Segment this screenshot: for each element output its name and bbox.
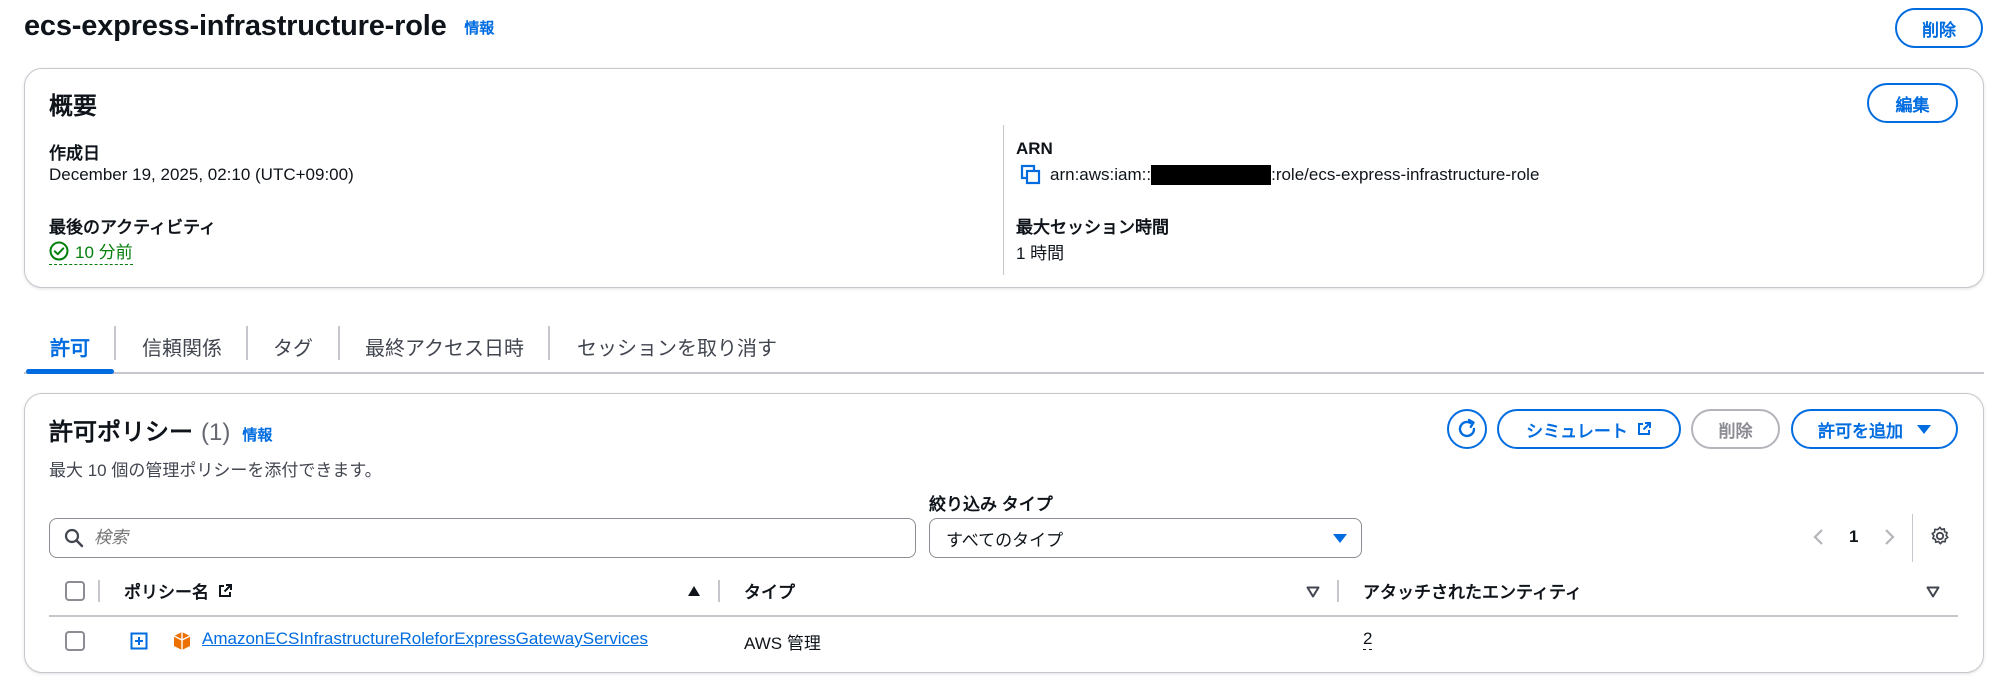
policy-name-link[interactable]: AmazonECSInfrastructureRoleforExpressGat… [202, 629, 648, 649]
delete-role-button[interactable]: 削除 [1895, 8, 1983, 48]
external-link-icon [1637, 422, 1651, 435]
policies-description: 最大 10 個の管理ポリシーを添付できます。 [49, 461, 382, 480]
summary-divider [1003, 125, 1004, 275]
summary-title: 概要 [49, 93, 97, 120]
last-activity-label: 最後のアクティビティ [49, 218, 217, 237]
type-filter-value: すべてのタイプ [946, 530, 1064, 550]
refresh-button[interactable] [1447, 409, 1487, 449]
search-input[interactable] [94, 528, 915, 548]
add-permissions-button[interactable]: 許可を追加 [1791, 409, 1958, 449]
last-activity-status[interactable]: 10 分前 [49, 238, 133, 265]
max-session-label: 最大セッション時間 [1016, 218, 1169, 237]
column-separator [98, 580, 100, 602]
aws-managed-policy-icon [173, 632, 191, 650]
arn-prefix: arn:aws:iam:: [1050, 165, 1152, 184]
delete-policy-button-label: 削除 [1718, 421, 1753, 441]
column-header-entities[interactable]: アタッチされたエンティティ [1363, 578, 1582, 603]
caret-down-icon [1333, 533, 1347, 543]
table-row: AmazonECSInfrastructureRoleforExpressGat… [49, 617, 1958, 667]
header-info-link[interactable]: 情報 [464, 20, 494, 37]
active-tab-indicator [26, 369, 114, 374]
tab-separator [338, 326, 340, 360]
policy-type: AWS 管理 [744, 634, 821, 653]
filter-type-label: 絞り込み タイプ [929, 495, 1053, 514]
simulate-button[interactable]: シミュレート [1497, 409, 1681, 449]
pagination-divider [1912, 514, 1913, 562]
tab-revoke-sessions[interactable]: セッションを取り消す [577, 332, 777, 361]
sort-icon[interactable] [1306, 586, 1320, 598]
page-title: ecs-express-infrastructure-role 情報 [24, 10, 494, 43]
column-separator [718, 580, 720, 602]
search-icon [64, 528, 84, 548]
sort-icon[interactable] [1926, 586, 1940, 598]
column-separator [1337, 580, 1339, 602]
policies-header: 許可ポリシー (1) 情報 [49, 412, 272, 447]
arn-suffix: :role/ecs-express-infrastructure-role [1271, 165, 1540, 184]
delete-role-button-label: 削除 [1922, 20, 1956, 40]
max-session-value: 1 時間 [1016, 244, 1065, 263]
gear-icon[interactable] [1929, 525, 1951, 547]
select-all-checkbox[interactable] [65, 581, 85, 601]
arn-label: ARN [1016, 139, 1053, 158]
delete-policy-button[interactable]: 削除 [1691, 409, 1780, 449]
type-filter-select[interactable]: すべてのタイプ [929, 518, 1362, 558]
last-activity-value: 10 分前 [75, 243, 133, 262]
policies-title: 許可ポリシー [49, 419, 193, 446]
policies-count: (1) [201, 419, 231, 446]
created-value: December 19, 2025, 02:10 (UTC+09:00) [49, 165, 354, 184]
tab-trust-relationships[interactable]: 信頼関係 [142, 332, 222, 361]
tab-separator [548, 326, 550, 360]
tab-tags[interactable]: タグ [273, 332, 313, 361]
simulate-button-label: シミュレート [1526, 421, 1628, 441]
success-check-icon [49, 241, 69, 260]
redacted-account-id [1151, 165, 1272, 185]
tab-last-accessed[interactable]: 最終アクセス日時 [365, 332, 524, 361]
created-label: 作成日 [49, 144, 100, 163]
row-checkbox[interactable] [65, 631, 85, 651]
sort-ascending-icon[interactable] [687, 585, 701, 597]
edit-button[interactable]: 編集 [1867, 83, 1958, 123]
external-link-icon [219, 583, 232, 597]
tab-permissions[interactable]: 許可 [50, 332, 90, 361]
previous-page-icon[interactable] [1812, 527, 1826, 547]
tab-separator [246, 326, 248, 360]
attached-entities-count[interactable]: 2 [1363, 629, 1373, 650]
caret-down-icon [1917, 424, 1931, 434]
add-permissions-button-label: 許可を追加 [1818, 421, 1903, 441]
refresh-icon [1458, 418, 1476, 438]
next-page-icon[interactable] [1882, 527, 1896, 547]
current-page[interactable]: 1 [1849, 527, 1858, 547]
page-title-text: ecs-express-infrastructure-role [24, 10, 447, 42]
role-tabs: 許可 信頼関係 タグ 最終アクセス日時 セッションを取り消す [24, 318, 1984, 374]
column-header-policy-name-label: ポリシー名 [124, 583, 209, 602]
search-field[interactable] [49, 518, 916, 558]
tab-separator [114, 326, 116, 360]
column-header-policy-name[interactable]: ポリシー名 [124, 578, 233, 603]
expand-icon[interactable] [130, 632, 148, 650]
edit-button-label: 編集 [1895, 95, 1930, 115]
copy-icon[interactable] [1020, 164, 1042, 186]
arn-value: arn:aws:iam:: :role/ecs-express-infrastr… [1020, 164, 1539, 186]
policies-info-link[interactable]: 情報 [242, 424, 272, 445]
column-header-type[interactable]: タイプ [744, 578, 795, 603]
